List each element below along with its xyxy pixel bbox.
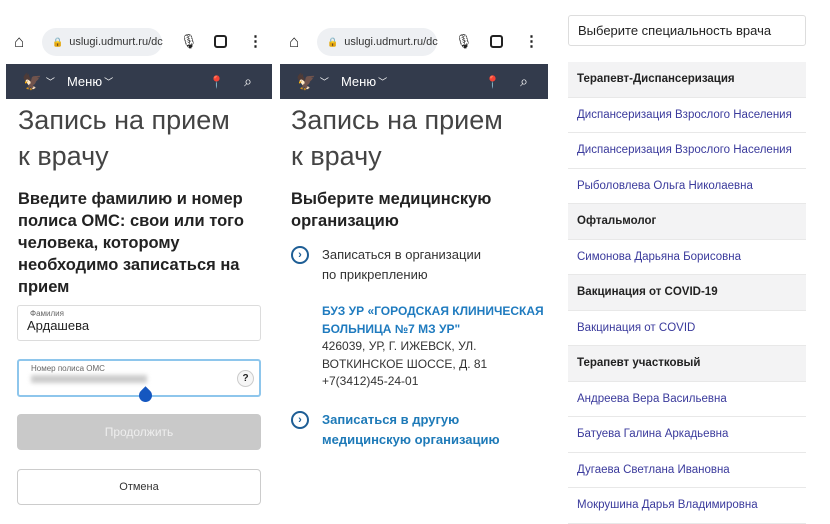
org-address: 426039, УР, Г. ИЖЕВСК, УЛ. ВОТКИНСКОЕ ШОС… [322,339,488,388]
home-icon[interactable]: ⌂ [14,32,24,52]
surname-value: Ардашева [27,318,90,333]
doctor-link[interactable]: Батуева Галина Аркадьевна [568,417,806,453]
emblem-icon[interactable]: 🦅 [22,72,42,92]
doctor-link[interactable]: Дугаева Светлана Ивановна [568,453,806,488]
location-icon[interactable]: 📍 [209,75,224,89]
url-text: uslugi.udmurt.ru/dc [69,36,163,48]
tabs-icon[interactable] [214,35,227,48]
instructions: Введите фамилию и номер полиса ОМС: свои … [18,190,244,296]
continue-button[interactable]: Продолжить [17,414,261,450]
doctor-link[interactable]: Вакцинация от COVID [568,311,806,346]
specialty-header: Терапевт-Диспансеризация [568,62,806,98]
chevron-right-icon[interactable]: › [291,246,309,264]
site-nav: 🦅 ﹀ Меню ﹀ 📍 ⌕ [280,64,548,99]
page-title: Запись на прием к врачу [291,105,503,171]
mic-icon[interactable]: 🎙 [455,33,473,50]
search-icon[interactable]: ⌕ [244,73,252,90]
doctor-link[interactable]: Симонова Дарьяна Борисовна [568,240,806,275]
doctor-link[interactable]: Диспансеризация Взрослого Населения [568,98,806,133]
surname-field[interactable]: Фамилия Ардашева [17,305,261,341]
more-icon[interactable]: ⋮ [524,32,539,50]
option-other-org-link[interactable]: Записаться в другую медицинскую организац… [322,410,500,450]
specialty-select[interactable]: Выберите специальность врача [568,15,806,46]
option-attached-org[interactable]: Записаться в организации по прикреплению [322,245,481,285]
lock-icon: 🔒 [327,36,339,47]
search-icon[interactable]: ⌕ [520,73,528,90]
cancel-button[interactable]: Отмена [17,469,261,505]
menu-button[interactable]: Меню [67,74,102,89]
url-bar[interactable]: 🔒 uslugi.udmurt.ru/dc [42,28,163,56]
doctor-link[interactable]: Мокрушина Дарья Владимировна [568,488,806,524]
menu-button[interactable]: Меню [341,74,376,89]
tabs-icon[interactable] [490,35,503,48]
chevron-right-icon[interactable]: › [291,411,309,429]
url-bar[interactable]: 🔒 uslugi.udmurt.ru/dc [317,28,438,56]
site-nav: 🦅 ﹀ Меню ﹀ 📍 ⌕ [6,64,272,99]
emblem-icon[interactable]: 🦅 [296,72,316,92]
org-name-link[interactable]: БУЗ УР «ГОРОДСКАЯ КЛИНИЧЕСКАЯ БОЛЬНИЦА №7… [322,302,544,338]
specialty-header: Терапевт участковый [568,346,806,382]
subtitle: Выберите медицинскую организацию [291,190,492,230]
doctor-link[interactable]: Диспансеризация Взрослого Населения [568,133,806,169]
url-text: uslugi.udmurt.ru/dc [344,36,438,48]
mic-icon[interactable]: 🎙 [180,33,198,50]
lock-icon: 🔒 [52,36,64,47]
specialty-header: Офтальмолог [568,204,806,240]
help-button[interactable]: ? [237,370,254,387]
page-title: Запись на прием к врачу [18,105,230,171]
doctor-link[interactable]: Рыболовлева Ольга Николаевна [568,169,806,204]
more-icon[interactable]: ⋮ [248,32,263,50]
doctor-link[interactable]: Андреева Вера Васильевна [568,382,806,417]
blurred-policy-value [31,375,147,383]
location-icon[interactable]: 📍 [485,75,500,89]
specialty-header: Вакцинация от COVID-19 [568,275,806,311]
home-icon[interactable]: ⌂ [289,32,299,52]
